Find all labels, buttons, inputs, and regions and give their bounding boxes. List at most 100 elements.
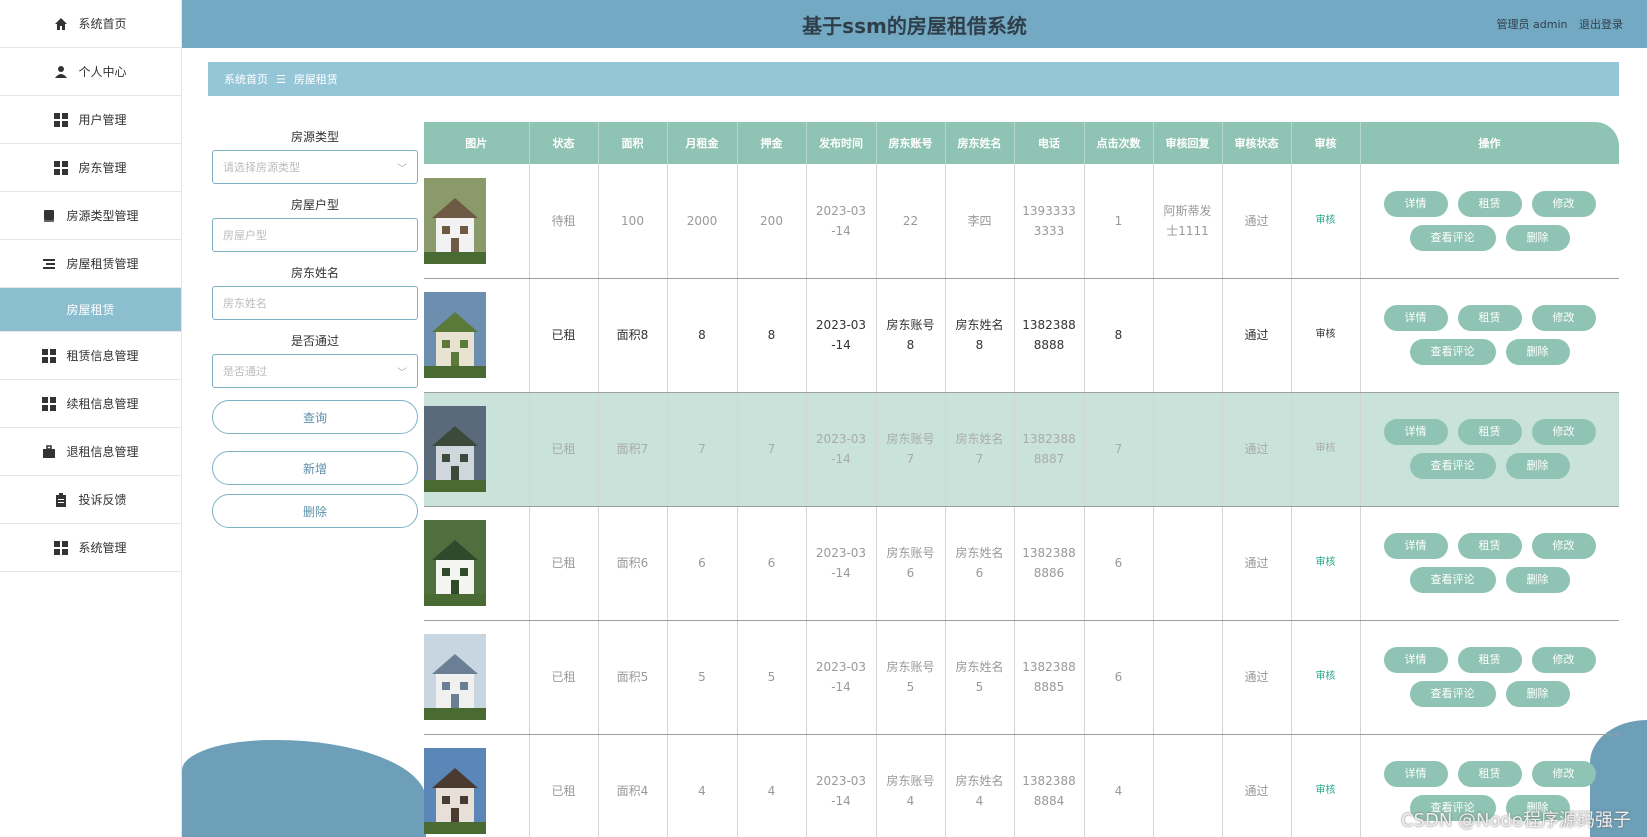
view-comments-button[interactable]: 查看评论 bbox=[1409, 224, 1496, 251]
detail-button[interactable]: 详情 bbox=[1383, 533, 1448, 559]
edit-button[interactable]: 修改 bbox=[1531, 761, 1596, 787]
date-line: 2023-03 bbox=[815, 660, 867, 674]
col-header: 审核回复 bbox=[1153, 122, 1223, 164]
rent-button[interactable]: 租赁 bbox=[1457, 419, 1522, 445]
detail-button[interactable]: 详情 bbox=[1383, 305, 1448, 331]
house-image[interactable] bbox=[424, 177, 486, 264]
sidebar-item-profile[interactable]: 个人中心 bbox=[0, 48, 181, 96]
detail-button[interactable]: 详情 bbox=[1383, 190, 1448, 217]
view-comments-button[interactable]: 查看评论 bbox=[1409, 681, 1496, 707]
landlord-name-cell: 李四 bbox=[945, 164, 1015, 279]
phone-line: 1382388 bbox=[1022, 774, 1076, 788]
date-line: -14 bbox=[831, 680, 851, 694]
user-label: 管理员 admin bbox=[1496, 18, 1568, 31]
watermark: CSDN @Node程序源码强子 bbox=[1400, 810, 1631, 831]
sidebar-item-landlords[interactable]: 房东管理 bbox=[0, 144, 181, 192]
grid-icon bbox=[42, 348, 57, 363]
house-image[interactable] bbox=[424, 520, 486, 606]
audit-link[interactable]: 审核 bbox=[1291, 164, 1361, 279]
landlord-name-cell: 房东姓名 7 bbox=[945, 392, 1015, 507]
house-image[interactable] bbox=[424, 292, 486, 378]
clipboard-icon bbox=[54, 492, 68, 507]
add-button[interactable]: 新增 bbox=[212, 451, 418, 485]
pass-placeholder: 是否通过 bbox=[223, 365, 267, 378]
rent-cell: 7 bbox=[667, 392, 738, 507]
sidebar-item-house-types[interactable]: 房源类型管理 bbox=[0, 192, 181, 240]
edit-button[interactable]: 修改 bbox=[1531, 647, 1596, 673]
house-image[interactable] bbox=[424, 748, 486, 834]
detail-button[interactable]: 详情 bbox=[1383, 761, 1448, 787]
delete-row-button[interactable]: 删除 bbox=[1505, 453, 1570, 479]
pass-label: 是否通过 bbox=[290, 334, 339, 348]
detail-button[interactable]: 详情 bbox=[1383, 647, 1448, 673]
audit-link[interactable]: 审核 bbox=[1291, 620, 1361, 735]
pass-select[interactable]: 是否通过 ﹀ bbox=[212, 354, 418, 388]
edit-button[interactable]: 修改 bbox=[1531, 419, 1596, 445]
delete-row-button[interactable]: 删除 bbox=[1505, 567, 1570, 593]
rent-cell: 2000 bbox=[667, 164, 738, 279]
app-title: 基于ssm的房屋租借系统 bbox=[802, 14, 1027, 38]
rent-cell: 4 bbox=[667, 734, 738, 837]
edit-button[interactable]: 修改 bbox=[1531, 533, 1596, 559]
name-line: 8 bbox=[975, 338, 984, 352]
view-comments-button[interactable]: 查看评论 bbox=[1409, 453, 1496, 479]
book-icon bbox=[42, 209, 56, 223]
phone-cell: 1382388 8885 bbox=[1014, 620, 1085, 735]
sidebar-item-system[interactable]: 系统管理 bbox=[0, 524, 181, 572]
rent-button[interactable]: 租赁 bbox=[1457, 647, 1522, 673]
sidebar-item-checkout-info[interactable]: 退租信息管理 bbox=[0, 428, 181, 476]
view-comments-button[interactable]: 查看评论 bbox=[1409, 339, 1496, 365]
edit-button[interactable]: 修改 bbox=[1531, 305, 1596, 331]
deposit-cell: 4 bbox=[737, 734, 807, 837]
clicks-cell: 4 bbox=[1084, 734, 1154, 837]
sidebar-item-lease-info[interactable]: 租赁信息管理 bbox=[0, 332, 181, 380]
sidebar-item-label: 房源类型管理 bbox=[66, 209, 139, 223]
delete-row-button[interactable]: 删除 bbox=[1505, 681, 1570, 707]
sidebar-item-complaints[interactable]: 投诉反馈 bbox=[0, 476, 181, 524]
sidebar-item-label: 投诉反馈 bbox=[78, 493, 127, 507]
col-header: 房东账号 bbox=[876, 122, 946, 164]
operations-cell: 详情 租赁 修改 查看评论 删除 bbox=[1360, 164, 1619, 279]
house-image[interactable] bbox=[424, 406, 486, 492]
view-comments-button[interactable]: 查看评论 bbox=[1409, 567, 1496, 593]
query-button[interactable]: 查询 bbox=[212, 400, 418, 434]
house-image[interactable] bbox=[424, 634, 486, 720]
deposit-cell: 8 bbox=[737, 278, 807, 393]
audit-link[interactable]: 审核 bbox=[1291, 734, 1361, 837]
sidebar-item-users[interactable]: 用户管理 bbox=[0, 96, 181, 144]
house-type-select[interactable]: 请选择房源类型 ﹀ bbox=[212, 150, 418, 184]
date-line: 2023-03 bbox=[815, 774, 867, 788]
audit-reply-cell bbox=[1153, 506, 1223, 621]
col-header: 面积 bbox=[598, 122, 668, 164]
list-icon bbox=[42, 257, 56, 271]
account-line: 6 bbox=[906, 566, 915, 580]
audit-reply-cell bbox=[1153, 620, 1223, 735]
detail-button[interactable]: 详情 bbox=[1383, 419, 1448, 445]
rent-button[interactable]: 租赁 bbox=[1457, 761, 1522, 787]
rent-button[interactable]: 租赁 bbox=[1457, 190, 1522, 217]
col-header: 房东姓名 bbox=[945, 122, 1015, 164]
edit-button[interactable]: 修改 bbox=[1531, 190, 1596, 217]
col-header: 月租金 bbox=[667, 122, 738, 164]
delete-row-button[interactable]: 删除 bbox=[1505, 339, 1570, 365]
audit-link[interactable]: 审核 bbox=[1291, 392, 1361, 507]
sidebar-item-rental-mgmt[interactable]: 房屋租赁管理 bbox=[0, 240, 181, 288]
house-layout-input[interactable]: 房屋户型 bbox=[212, 218, 418, 252]
audit-link[interactable]: 审核 bbox=[1291, 506, 1361, 621]
publish-date-cell: 2023-03 -14 bbox=[806, 164, 877, 279]
landlord-name-input[interactable]: 房东姓名 bbox=[212, 286, 418, 320]
name-line: 6 bbox=[975, 566, 984, 580]
logout-link[interactable]: 退出登录 bbox=[1579, 18, 1623, 31]
delete-row-button[interactable]: 删除 bbox=[1505, 224, 1570, 251]
sidebar-item-renewal-info[interactable]: 续租信息管理 bbox=[0, 380, 181, 428]
breadcrumb-home[interactable]: 系统首页 bbox=[224, 71, 268, 87]
rent-button[interactable]: 租赁 bbox=[1457, 305, 1522, 331]
table-row: 已租 面积5 5 5 2023-03 -14 房东账号 5 房东姓名 5 138238… bbox=[424, 620, 1619, 735]
grid-icon bbox=[42, 396, 57, 411]
phone-line: 8887 bbox=[1033, 452, 1065, 466]
sidebar-item-house-rental[interactable]: 房屋租赁 bbox=[0, 288, 181, 332]
rent-button[interactable]: 租赁 bbox=[1457, 533, 1522, 559]
audit-link[interactable]: 审核 bbox=[1291, 278, 1361, 393]
sidebar-item-home[interactable]: 系统首页 bbox=[0, 0, 181, 48]
delete-button[interactable]: 删除 bbox=[212, 494, 418, 528]
